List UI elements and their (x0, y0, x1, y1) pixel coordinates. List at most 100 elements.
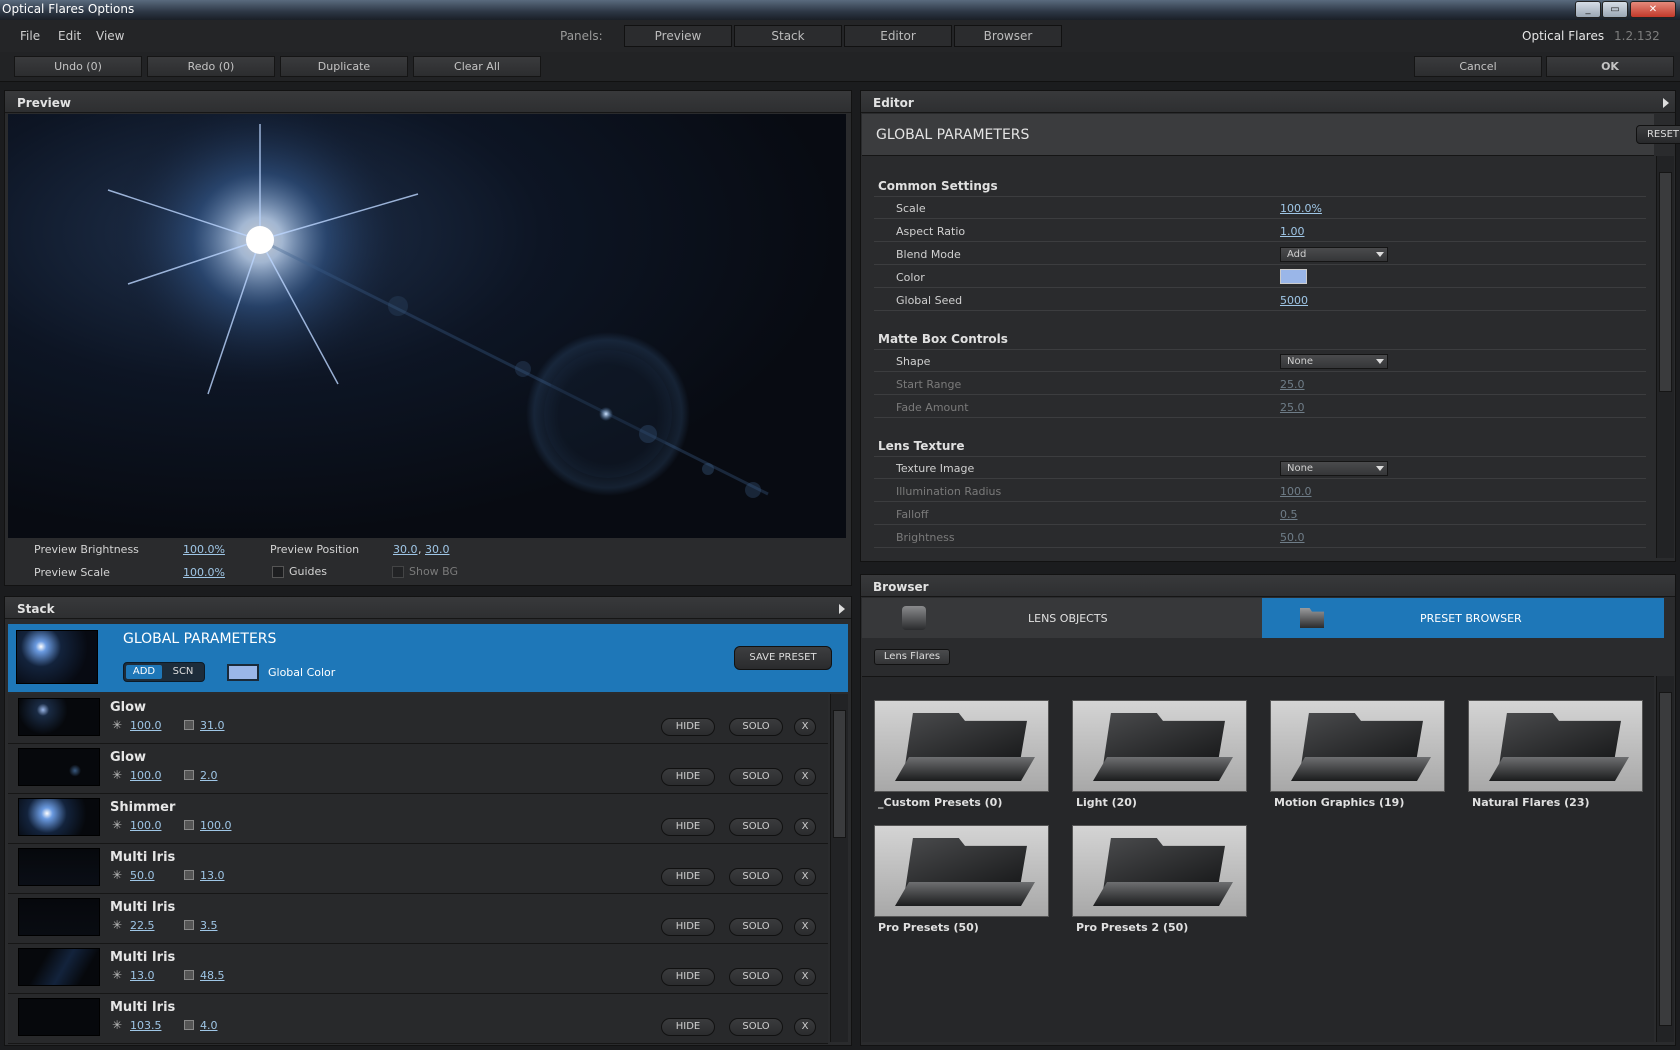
browser-scroll-thumb[interactable] (1659, 692, 1672, 1026)
solo-button[interactable]: SOLO (729, 968, 783, 986)
solo-button[interactable]: SOLO (729, 768, 783, 786)
layer-row[interactable]: Glow ✳ 100.0 31.0 HIDE SOLO X (8, 694, 828, 744)
preset-folder[interactable] (1270, 700, 1445, 792)
remove-layer-button[interactable]: X (794, 968, 816, 986)
remove-layer-button[interactable]: X (794, 918, 816, 936)
layer-brightness-value[interactable]: 103.5 (130, 1019, 162, 1032)
layer-row[interactable]: Multi Iris ✳ 50.0 13.0 HIDE SOLO X (8, 844, 828, 894)
fade-amount-value[interactable]: 25.0 (1280, 401, 1305, 414)
preview-scale-value[interactable]: 100.0% (183, 566, 225, 579)
global-seed-value[interactable]: 5000 (1280, 294, 1308, 307)
layer-brightness-value[interactable]: 100.0 (130, 819, 162, 832)
global-parameters-row[interactable]: GLOBAL PARAMETERS ADD SCN Global Color S… (8, 624, 848, 692)
preset-folder[interactable] (1468, 700, 1643, 792)
preset-folder[interactable] (874, 825, 1049, 917)
layer-brightness-value[interactable]: 100.0 (130, 719, 162, 732)
hide-button[interactable]: HIDE (661, 768, 715, 786)
minimize-button[interactable]: _ (1575, 1, 1601, 18)
mode-scn-button[interactable]: SCN (165, 665, 201, 679)
stack-expand-arrow-icon[interactable] (839, 604, 845, 614)
stack-scrollbar[interactable] (830, 694, 848, 1042)
layer-brightness-value[interactable]: 100.0 (130, 769, 162, 782)
clear-all-button[interactable]: Clear All (413, 56, 541, 77)
layer-size-value[interactable]: 3.5 (200, 919, 218, 932)
layer-size-value[interactable]: 4.0 (200, 1019, 218, 1032)
tab-lens-objects[interactable]: LENS OBJECTS (862, 598, 1262, 638)
solo-button[interactable]: SOLO (729, 868, 783, 886)
menu-edit[interactable]: Edit (58, 29, 81, 43)
undo-button[interactable]: Undo (0) (14, 56, 142, 77)
solo-button[interactable]: SOLO (729, 918, 783, 936)
layer-row[interactable]: Multi Iris ✳ 13.0 48.5 HIDE SOLO X (8, 944, 828, 994)
cancel-button[interactable]: Cancel (1414, 56, 1542, 77)
preset-folder[interactable] (1072, 825, 1247, 917)
layer-size-value[interactable]: 2.0 (200, 769, 218, 782)
panel-toggle-browser[interactable]: Browser (954, 25, 1062, 47)
layer-size-value[interactable]: 31.0 (200, 719, 225, 732)
hide-button[interactable]: HIDE (661, 968, 715, 986)
editor-scrollbar[interactable] (1656, 156, 1674, 558)
hide-button[interactable]: HIDE (661, 718, 715, 736)
shape-dropdown[interactable]: None (1280, 354, 1388, 369)
guides-checkbox[interactable] (272, 566, 284, 578)
layer-row[interactable]: Shimmer ✳ 100.0 100.0 HIDE SOLO X (8, 794, 828, 844)
start-range-value[interactable]: 25.0 (1280, 378, 1305, 391)
duplicate-button[interactable]: Duplicate (280, 56, 408, 77)
texture-brightness-value[interactable]: 50.0 (1280, 531, 1305, 544)
scale-value[interactable]: 100.0% (1280, 202, 1322, 215)
remove-layer-button[interactable]: X (794, 768, 816, 786)
solo-button[interactable]: SOLO (729, 818, 783, 836)
stack-scroll-thumb[interactable] (833, 710, 846, 838)
remove-layer-button[interactable]: X (794, 868, 816, 886)
layer-row[interactable]: Multi Iris ✳ 22.5 3.5 HIDE SOLO X (8, 894, 828, 944)
layer-brightness-value[interactable]: 13.0 (130, 969, 155, 982)
panel-toggle-preview[interactable]: Preview (624, 25, 732, 47)
solo-button[interactable]: SOLO (729, 1018, 783, 1036)
preview-viewport[interactable] (8, 114, 846, 538)
falloff-value[interactable]: 0.5 (1280, 508, 1298, 521)
layer-size-value[interactable]: 100.0 (200, 819, 232, 832)
illumination-radius-value[interactable]: 100.0 (1280, 485, 1312, 498)
editor-scroll-thumb[interactable] (1659, 172, 1672, 392)
layer-size-value[interactable]: 13.0 (200, 869, 225, 882)
save-preset-button[interactable]: SAVE PRESET (734, 646, 832, 670)
hide-button[interactable]: HIDE (661, 818, 715, 836)
hide-button[interactable]: HIDE (661, 868, 715, 886)
layer-row[interactable]: Glow ✳ 100.0 2.0 HIDE SOLO X (8, 744, 828, 794)
remove-layer-button[interactable]: X (794, 718, 816, 736)
panel-toggle-stack[interactable]: Stack (734, 25, 842, 47)
aspect-ratio-value[interactable]: 1.00 (1280, 225, 1305, 238)
tab-preset-browser[interactable]: PRESET BROWSER (1262, 598, 1664, 638)
texture-image-dropdown[interactable]: None (1280, 461, 1388, 476)
hide-button[interactable]: HIDE (661, 918, 715, 936)
panel-toggle-editor[interactable]: Editor (844, 25, 952, 47)
preview-position-x[interactable]: 30.0 (393, 543, 418, 556)
close-button[interactable]: ✕ (1630, 1, 1676, 18)
preset-folder[interactable] (874, 700, 1049, 792)
reset-button[interactable]: RESET (1636, 125, 1680, 144)
preset-folder[interactable] (1072, 700, 1247, 792)
remove-layer-button[interactable]: X (794, 1018, 816, 1036)
redo-button[interactable]: Redo (0) (147, 56, 275, 77)
layer-size-value[interactable]: 48.5 (200, 969, 225, 982)
layer-brightness-value[interactable]: 50.0 (130, 869, 155, 882)
menu-file[interactable]: File (20, 29, 40, 43)
ok-button[interactable]: OK (1546, 56, 1674, 77)
color-swatch[interactable] (1280, 269, 1307, 284)
global-color-swatch[interactable] (227, 664, 259, 681)
solo-button[interactable]: SOLO (729, 718, 783, 736)
browser-scrollbar[interactable] (1656, 676, 1674, 1042)
editor-expand-arrow-icon[interactable] (1663, 98, 1669, 108)
hide-button[interactable]: HIDE (661, 1018, 715, 1036)
blend-mode-dropdown[interactable]: Add (1280, 247, 1388, 262)
preview-position-y[interactable]: 30.0 (425, 543, 450, 556)
preview-brightness-value[interactable]: 100.0% (183, 543, 225, 556)
layer-row[interactable]: Multi Iris ✳ 103.5 4.0 HIDE SOLO X (8, 994, 828, 1044)
breadcrumb-lens-flares[interactable]: Lens Flares (874, 649, 950, 665)
show-bg-checkbox[interactable] (392, 566, 404, 578)
menu-view[interactable]: View (96, 29, 124, 43)
remove-layer-button[interactable]: X (794, 818, 816, 836)
layer-brightness-value[interactable]: 22.5 (130, 919, 155, 932)
restore-button[interactable]: ▭ (1602, 1, 1628, 18)
mode-add-button[interactable]: ADD (126, 665, 162, 679)
